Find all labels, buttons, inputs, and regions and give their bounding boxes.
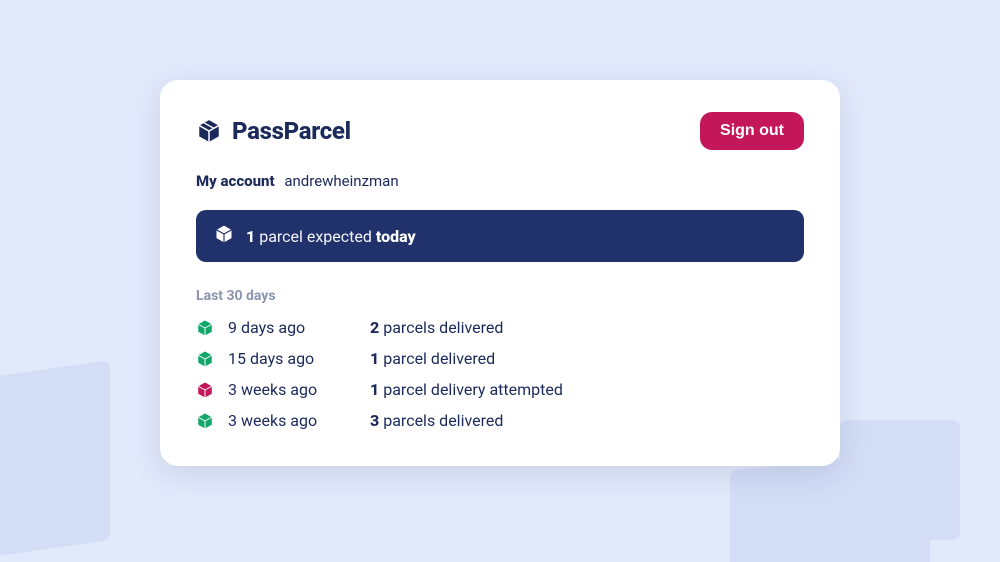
brand: PassParcel (196, 117, 351, 145)
account-line: My account andrewheinzman (196, 172, 804, 190)
banner-text: 1 parcel expected today (246, 227, 416, 246)
account-username: andrewheinzman (284, 172, 398, 190)
account-label: My account (196, 172, 275, 190)
history-desc: parcels delivered (383, 411, 503, 430)
section-heading: Last 30 days (196, 288, 804, 304)
parcel-ok-icon (196, 412, 220, 430)
sign-out-button[interactable]: Sign out (700, 112, 804, 150)
history-desc: parcel delivery attempted (383, 380, 563, 399)
parcel-icon (196, 118, 222, 144)
parcel-fail-icon (196, 381, 220, 399)
history-list: 9 days ago2parcels delivered15 days ago1… (196, 318, 804, 430)
history-count: 3 (370, 411, 379, 430)
history-desc: parcels delivered (383, 318, 503, 337)
parcel-icon (214, 224, 234, 248)
history-ago: 3 weeks ago (220, 380, 370, 399)
banner-emphasis: today (376, 227, 416, 246)
history-ago: 9 days ago (220, 318, 370, 337)
history-ago: 3 weeks ago (220, 411, 370, 430)
today-banner[interactable]: 1 parcel expected today (196, 210, 804, 262)
history-row[interactable]: 9 days ago2parcels delivered (196, 318, 804, 337)
banner-count: 1 (246, 227, 255, 246)
history-ago: 15 days ago (220, 349, 370, 368)
brand-name: PassParcel (232, 117, 351, 145)
background-shape (20, 440, 90, 530)
parcel-ok-icon (196, 350, 220, 368)
banner-word: parcel expected (259, 227, 372, 246)
parcel-ok-icon (196, 319, 220, 337)
background-shape (840, 420, 960, 540)
card-header: PassParcel Sign out (196, 112, 804, 150)
history-row[interactable]: 3 weeks ago1parcel delivery attempted (196, 380, 804, 399)
account-card: PassParcel Sign out My account andrewhei… (160, 80, 840, 466)
history-row[interactable]: 3 weeks ago3parcels delivered (196, 411, 804, 430)
history-row[interactable]: 15 days ago1parcel delivered (196, 349, 804, 368)
history-count: 1 (370, 380, 379, 399)
history-count: 1 (370, 349, 379, 368)
history-count: 2 (370, 318, 379, 337)
history-desc: parcel delivered (383, 349, 495, 368)
